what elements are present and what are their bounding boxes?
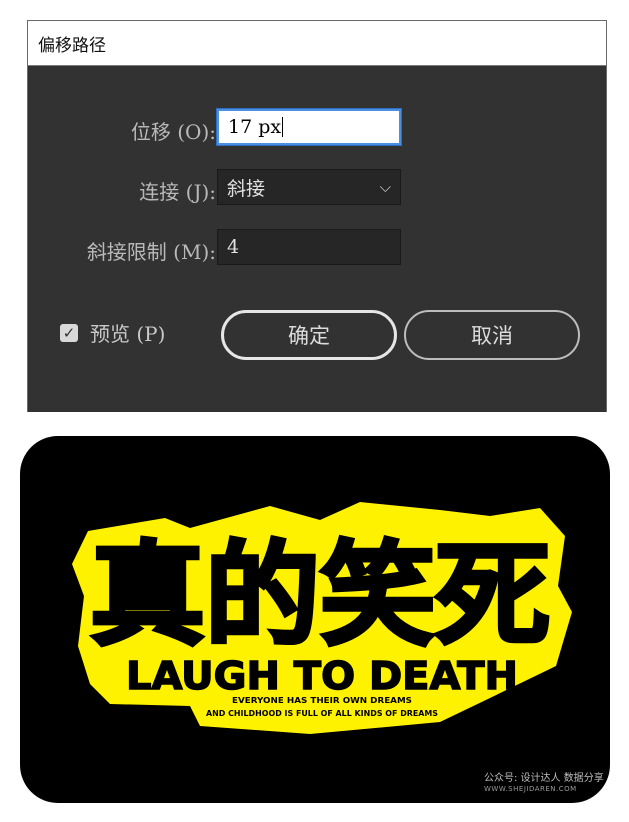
watermark-line-1: 公众号: 设计达人 数据分享 xyxy=(484,773,604,784)
join-select[interactable]: 斜接 ⌵ xyxy=(217,169,401,205)
watermark: 公众号: 设计达人 数据分享 WWW.SHEJIDAREN.COM xyxy=(484,773,604,795)
cancel-button-label: 取消 xyxy=(471,324,513,348)
ok-button-label: 确定 xyxy=(288,324,330,348)
subtitle-line-1: EVERYONE HAS THEIR OWN DREAMS xyxy=(232,696,412,705)
dialog-titlebar: 偏移路径 xyxy=(28,21,606,66)
cancel-button[interactable]: 取消 xyxy=(404,310,580,360)
join-label: 连接 (J): xyxy=(139,180,216,204)
join-value: 斜接 xyxy=(227,177,266,200)
offset-value: 17 px xyxy=(228,116,282,138)
headline-cn: 真的笑死 xyxy=(90,531,550,661)
dialog-title: 偏移路径 xyxy=(38,35,106,56)
miter-limit-input[interactable]: 4 xyxy=(217,229,401,265)
watermark-line-2: WWW.SHEJIDAREN.COM xyxy=(484,785,577,793)
chevron-down-icon[interactable]: ⌵ xyxy=(380,178,391,196)
miter-limit-label: 斜接限制 (M): xyxy=(86,240,216,264)
miter-limit-value: 4 xyxy=(227,236,240,258)
checkmark-icon: ✓ xyxy=(62,324,76,342)
poster-artwork: 真的笑死 LAUGH TO DEATH EVERYONE HAS THEIR O… xyxy=(20,436,610,803)
ok-button[interactable]: 确定 xyxy=(221,310,397,360)
preview-label[interactable]: 预览 (P) xyxy=(90,318,165,347)
headline-en: LAUGH TO DEATH xyxy=(126,654,518,698)
offset-input[interactable]: 17 px xyxy=(217,109,401,145)
offset-path-dialog: 偏移路径 位移 (O): 17 px 连接 (J): 斜接 ⌵ 斜接限制 (M)… xyxy=(27,20,607,412)
preview-checkbox[interactable]: ✓ xyxy=(60,324,78,342)
dialog-body: 位移 (O): 17 px 连接 (J): 斜接 ⌵ 斜接限制 (M): 4 ✓… xyxy=(28,66,606,412)
poster-graphic: 真的笑死 LAUGH TO DEATH EVERYONE HAS THEIR O… xyxy=(72,502,572,734)
subtitle-line-2: AND CHILDHOOD IS FULL OF ALL KINDS OF DR… xyxy=(206,709,438,718)
text-cursor xyxy=(282,117,284,137)
offset-label: 位移 (O): xyxy=(130,120,216,144)
